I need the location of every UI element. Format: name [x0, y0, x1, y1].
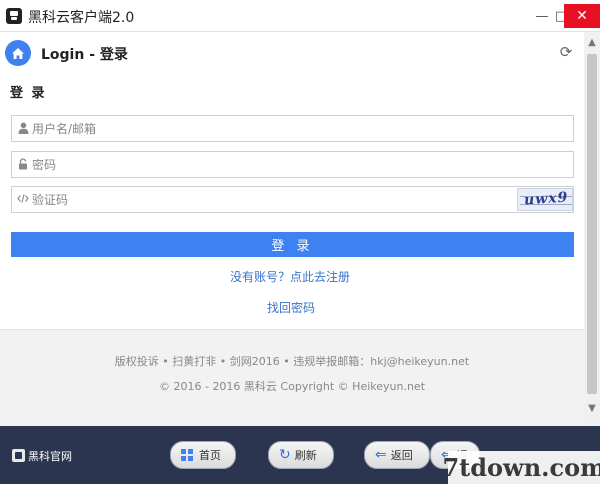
password-input[interactable]	[32, 154, 512, 175]
home-label: 首页	[199, 449, 221, 462]
scroll-up-icon[interactable]: ▲	[584, 36, 600, 50]
refresh-button[interactable]: ↻ 刷新	[268, 441, 334, 469]
home-icon-glyph	[12, 47, 24, 59]
section-title: 登 录	[10, 86, 47, 101]
home-icon[interactable]	[5, 40, 31, 66]
captcha-field[interactable]: uwx9	[11, 186, 574, 213]
password-field[interactable]	[11, 151, 574, 178]
vertical-scrollbar[interactable]: ▲ ▼	[584, 32, 600, 426]
lock-icon-glyph	[19, 158, 27, 170]
login-button[interactable]: 登 录	[11, 232, 574, 257]
arrow-left-icon: ⇐	[375, 447, 387, 463]
scroll-thumb[interactable]	[587, 54, 597, 394]
watermark: 7tdown.com	[442, 451, 600, 484]
user-icon	[17, 122, 29, 136]
back-label: 返回	[390, 449, 413, 462]
username-field[interactable]	[11, 115, 574, 142]
refresh-icon[interactable]: ⟳	[558, 44, 574, 60]
captcha-input[interactable]	[32, 189, 512, 210]
copyright: © 2016 - 2016 黑科云 Copyright © Heikeyun.n…	[158, 380, 426, 393]
username-input[interactable]	[32, 118, 512, 139]
refresh-icon: ↻	[279, 447, 291, 463]
captcha-text: uwx9	[523, 189, 569, 209]
grid-icon	[181, 449, 193, 461]
site-logo-icon	[12, 449, 25, 462]
app-logo-icon	[6, 8, 22, 24]
back-button[interactable]: ⇐ 返回	[364, 441, 430, 469]
page-header: Login - 登录 ⟳	[0, 32, 584, 74]
official-site-link[interactable]: 黑科官网	[12, 448, 72, 464]
captcha-image[interactable]: uwx9	[517, 188, 573, 211]
recover-password-link[interactable]: 找回密码	[267, 299, 315, 316]
window-title: 黑科云客户端2.0	[28, 10, 135, 26]
official-site-label: 黑科官网	[28, 450, 72, 463]
scroll-down-icon[interactable]: ▼	[584, 402, 600, 416]
page-footer: 版权投诉 • 扫黄打非 • 剑网2016 • 违规举报邮箱：hkj@heikey…	[0, 329, 584, 426]
code-icon-glyph	[17, 194, 29, 203]
lock-icon	[17, 158, 29, 172]
register-link[interactable]: 没有账号？点此去注册	[230, 268, 350, 285]
user-icon-glyph	[18, 122, 28, 134]
code-icon	[17, 193, 29, 207]
close-button[interactable]: ✕	[564, 4, 600, 28]
title-bar: 黑科云客户端2.0 — □ ✕	[0, 0, 600, 32]
home-button[interactable]: 首页	[170, 441, 236, 469]
footer-links: 版权投诉 • 扫黄打非 • 剑网2016 • 违规举报邮箱：hkj@heikey…	[114, 355, 470, 368]
page-title: Login - 登录	[41, 47, 128, 63]
refresh-label: 刷新	[294, 449, 317, 462]
